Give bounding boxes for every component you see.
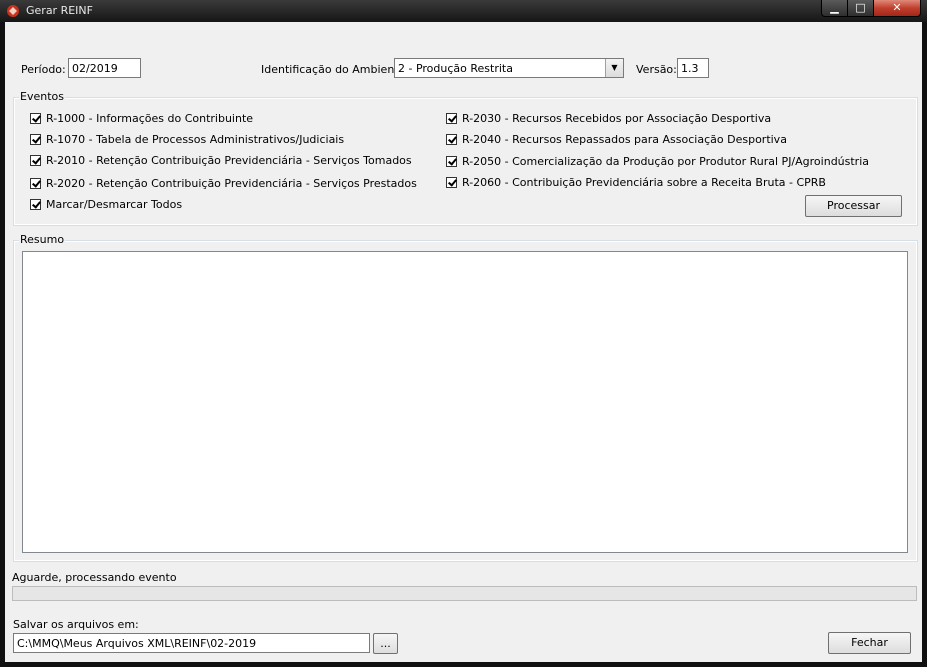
checkbox-checked-icon[interactable] xyxy=(30,199,41,210)
periodo-input[interactable] xyxy=(68,58,141,78)
checkbox-checked-icon[interactable] xyxy=(30,155,41,166)
dialog-body: Período: Identificação do Ambiente: 2 - … xyxy=(5,22,922,662)
checkbox-r2010[interactable]: R-2010 - Retenção Contribuição Previdenc… xyxy=(30,154,412,167)
ambiente-select[interactable]: 2 - Produção Restrita ▼ xyxy=(394,58,624,78)
ambiente-label: Identificação do Ambiente: xyxy=(261,63,410,76)
app-icon xyxy=(6,4,20,18)
versao-input[interactable] xyxy=(677,58,709,78)
resumo-textarea[interactable] xyxy=(22,251,908,553)
processar-button[interactable]: Processar xyxy=(805,195,902,217)
checkbox-label: R-2050 - Comercialização da Produção por… xyxy=(462,155,870,168)
progress-bar xyxy=(12,586,917,601)
checkbox-label: R-2020 - Retenção Contribuição Previdenc… xyxy=(46,177,417,190)
checkbox-label: Marcar/Desmarcar Todos xyxy=(46,198,183,211)
window-title: Gerar REINF xyxy=(26,4,93,17)
browse-folder-button[interactable]: ... xyxy=(373,633,398,654)
checkbox-checked-icon[interactable] xyxy=(446,113,457,124)
ambiente-selected-value: 2 - Produção Restrita xyxy=(398,62,513,75)
periodo-label: Período: xyxy=(21,63,66,76)
checkbox-checked-icon[interactable] xyxy=(446,156,457,167)
versao-label: Versão: xyxy=(636,63,677,76)
checkbox-r1070[interactable]: R-1070 - Tabela de Processos Administrat… xyxy=(30,133,344,146)
checkbox-r2050[interactable]: R-2050 - Comercialização da Produção por… xyxy=(446,155,869,168)
checkbox-label: R-1070 - Tabela de Processos Administrat… xyxy=(46,133,345,146)
checkbox-checked-icon[interactable] xyxy=(446,134,457,145)
status-text: Aguarde, processando evento xyxy=(12,571,177,584)
chevron-down-icon[interactable]: ▼ xyxy=(605,59,623,77)
checkbox-label: R-2060 - Contribuição Previdenciária sob… xyxy=(462,176,826,189)
eventos-legend: Eventos xyxy=(19,90,65,103)
checkbox-label: R-2030 - Recursos Recebidos por Associaç… xyxy=(462,112,772,125)
title-bar[interactable]: Gerar REINF ▁ □ ✕ xyxy=(0,0,927,22)
fechar-button[interactable]: Fechar xyxy=(828,632,911,654)
save-path-input[interactable] xyxy=(13,633,370,653)
minimize-button[interactable]: ▁ xyxy=(821,0,848,17)
maximize-button[interactable]: □ xyxy=(847,0,874,17)
checkbox-r2060[interactable]: R-2060 - Contribuição Previdenciária sob… xyxy=(446,176,826,189)
maximize-icon: □ xyxy=(855,1,866,14)
close-icon: ✕ xyxy=(892,1,902,14)
checkbox-r2030[interactable]: R-2030 - Recursos Recebidos por Associaç… xyxy=(446,112,771,125)
checkbox-label: R-1000 - Informações do Contribuinte xyxy=(46,112,254,125)
checkbox-checked-icon[interactable] xyxy=(30,134,41,145)
checkbox-r2040[interactable]: R-2040 - Recursos Repassados para Associ… xyxy=(446,133,787,146)
checkbox-label: R-2040 - Recursos Repassados para Associ… xyxy=(462,133,787,146)
minimize-icon: ▁ xyxy=(830,1,839,14)
gerar-reinf-window: Gerar REINF ▁ □ ✕ Período: Identificação… xyxy=(0,0,927,667)
checkbox-r1000[interactable]: R-1000 - Informações do Contribuinte xyxy=(30,112,253,125)
resumo-legend: Resumo xyxy=(19,233,66,246)
save-path-label: Salvar os arquivos em: xyxy=(13,618,139,631)
checkbox-checked-icon[interactable] xyxy=(30,178,41,189)
checkbox-checked-icon[interactable] xyxy=(30,113,41,124)
close-window-button[interactable]: ✕ xyxy=(873,0,921,17)
checkbox-label: R-2010 - Retenção Contribuição Previdenc… xyxy=(46,154,412,167)
checkbox-r2020[interactable]: R-2020 - Retenção Contribuição Previdenc… xyxy=(30,177,417,190)
checkbox-checked-icon[interactable] xyxy=(446,177,457,188)
checkbox-marcar-todos[interactable]: Marcar/Desmarcar Todos xyxy=(30,198,182,211)
